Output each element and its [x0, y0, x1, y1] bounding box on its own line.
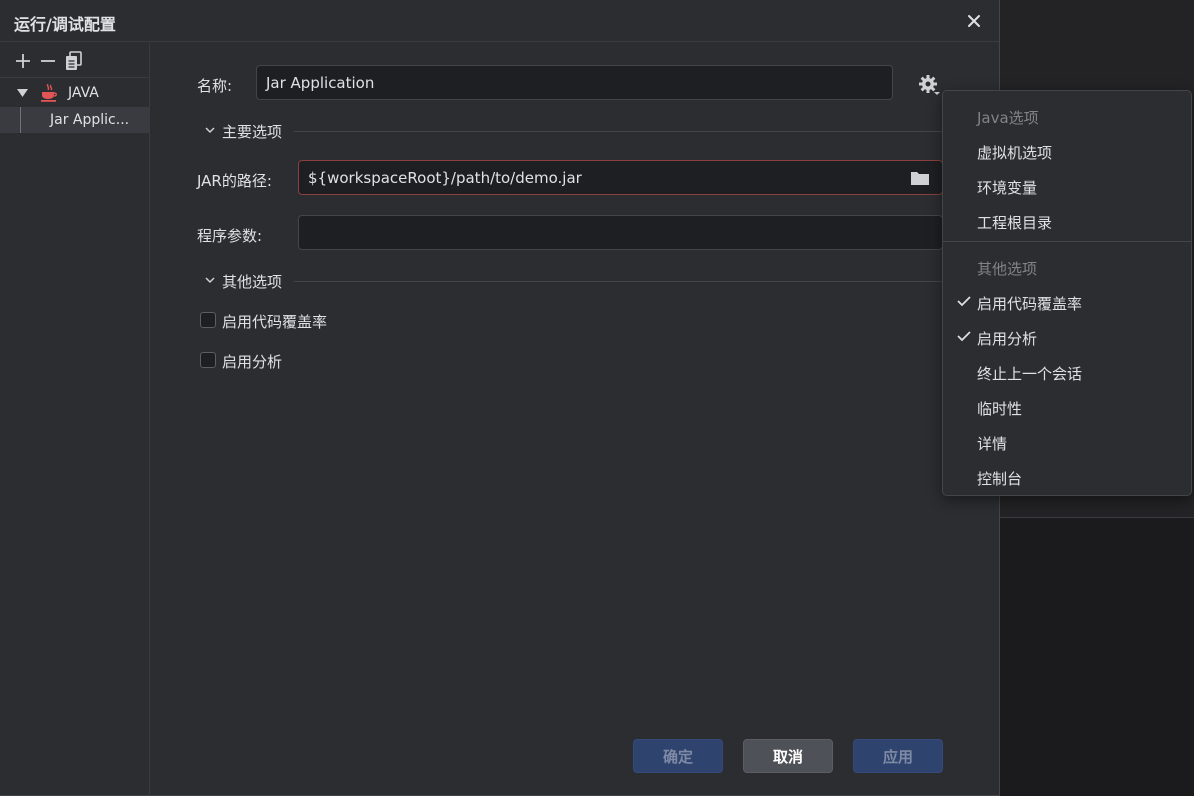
- name-input[interactable]: Jar Application: [256, 65, 893, 100]
- copy-config-button[interactable]: [64, 51, 84, 71]
- menu-item-details[interactable]: 详情: [977, 433, 1007, 454]
- coverage-checkbox-row[interactable]: 启用代码覆盖率: [200, 310, 400, 331]
- other-options-section[interactable]: 其他选项: [200, 271, 1000, 291]
- menu-item-enable-coverage[interactable]: 启用代码覆盖率: [977, 293, 1082, 314]
- menu-separator: [943, 241, 1191, 242]
- sidebar-toolbar: [0, 43, 149, 78]
- copy-icon: [66, 51, 82, 70]
- other-options-title: 其他选项: [222, 273, 283, 291]
- name-input-value: Jar Application: [266, 73, 375, 92]
- main-options-title: 主要选项: [222, 123, 283, 141]
- jar-path-label: JAR的路径:: [197, 172, 272, 190]
- tree-label-jar-application: Jar Applic...: [50, 112, 130, 128]
- gear-dropdown-icon: [919, 75, 940, 95]
- profile-checkbox-row[interactable]: 启用分析: [200, 350, 400, 371]
- menu-item-terminate-previous[interactable]: 终止上一个会话: [977, 363, 1082, 384]
- modify-options-button[interactable]: [917, 73, 941, 97]
- menu-item-console[interactable]: 控制台: [977, 468, 1022, 489]
- section-divider: [294, 131, 1000, 132]
- menu-header-java-options: Java选项: [977, 109, 1039, 127]
- jar-path-input[interactable]: ${workspaceRoot}/path/to/demo.jar: [298, 160, 943, 195]
- menu-item-vm-options[interactable]: 虚拟机选项: [977, 142, 1052, 163]
- apply-button[interactable]: 应用: [853, 739, 943, 773]
- close-button[interactable]: [962, 9, 986, 33]
- name-label: 名称:: [197, 77, 233, 95]
- chevron-down-icon: [205, 127, 215, 134]
- main-options-section[interactable]: 主要选项: [200, 121, 1000, 141]
- minus-icon: [41, 60, 55, 62]
- modify-options-menu: Java选项 虚拟机选项 环境变量 工程根目录 其他选项 启用代码覆盖率 启用分…: [942, 90, 1192, 496]
- program-args-label: 程序参数:: [197, 227, 263, 245]
- tree-label-java: JAVA: [68, 85, 99, 101]
- add-config-button[interactable]: [13, 51, 33, 71]
- coverage-checkbox-label: 启用代码覆盖率: [222, 313, 328, 331]
- menu-item-temporary[interactable]: 临时性: [977, 398, 1022, 419]
- dialog-title: 运行/调试配置: [14, 15, 116, 34]
- jar-path-value: ${workspaceRoot}/path/to/demo.jar: [308, 168, 582, 187]
- close-icon: [968, 15, 980, 27]
- tree-node-java[interactable]: JAVA: [0, 80, 149, 106]
- menu-item-enable-profiling[interactable]: 启用分析: [977, 328, 1037, 349]
- remove-config-button[interactable]: [38, 51, 58, 71]
- expand-arrow-icon: [17, 89, 28, 97]
- tree-guide-line: [20, 107, 21, 133]
- plus-icon: [16, 54, 30, 68]
- section-divider: [294, 281, 1000, 282]
- menu-header-other-options: 其他选项: [977, 260, 1038, 278]
- config-form: 名称: Jar Application 主要选项 JAR的路径: ${works…: [150, 43, 1000, 796]
- coverage-checkbox[interactable]: [200, 312, 216, 328]
- chevron-down-icon: [205, 277, 215, 284]
- tree-node-jar-application[interactable]: Jar Applic...: [0, 107, 149, 133]
- menu-item-env-vars[interactable]: 环境变量: [977, 177, 1037, 198]
- profile-checkbox[interactable]: [200, 352, 216, 368]
- cancel-button[interactable]: 取消: [743, 739, 833, 773]
- java-cup-icon: [41, 84, 57, 102]
- profile-checkbox-label: 启用分析: [222, 353, 283, 371]
- checkmark-icon: [957, 331, 971, 342]
- run-debug-config-dialog: 运行/调试配置 JAVA Jar Applic... 名称: Jar Appli…: [0, 0, 1000, 796]
- menu-item-project-root[interactable]: 工程根目录: [977, 212, 1052, 233]
- config-sidebar: JAVA Jar Applic...: [0, 43, 150, 796]
- ok-button[interactable]: 确定: [633, 739, 723, 773]
- dialog-titlebar: 运行/调试配置: [0, 0, 999, 42]
- folder-icon[interactable]: [910, 170, 930, 186]
- program-args-input[interactable]: [298, 215, 943, 250]
- checkmark-icon: [957, 296, 971, 307]
